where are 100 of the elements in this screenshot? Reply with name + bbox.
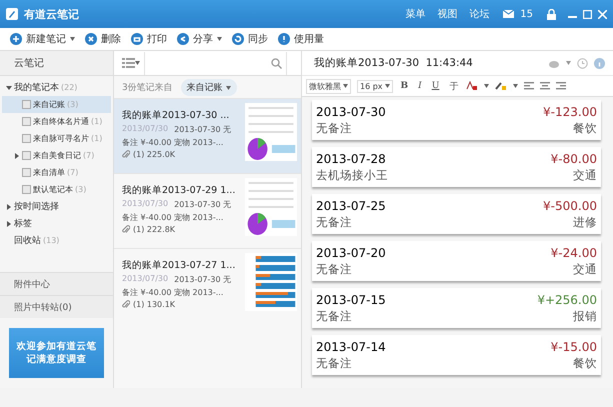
align-center-icon[interactable] [540,82,550,90]
sidebar-section[interactable]: 照片中转站(0) [0,295,113,318]
align-right-icon[interactable] [556,82,566,90]
entry-amount: ¥-500.00 [543,198,597,214]
note-thumbnail [245,178,297,236]
collapsed-arrow-icon[interactable] [14,152,20,158]
entry-date: 2013-07-14 [316,339,387,355]
entry-note: 无备注 [316,214,353,230]
note-snippet: 备注 ¥-40.00 宠物 2013-... [122,212,224,223]
search-icon[interactable] [271,58,282,68]
clock-icon[interactable] [577,58,588,68]
sidebar-label: 来自终体名片通 [33,116,89,127]
sidebar-item[interactable]: 来自清单 (7) [2,164,111,181]
note-snippet: 备注 ¥-40.00 宠物 2013-... [122,137,224,148]
align-left-icon[interactable] [524,82,534,90]
note-thumbnail [245,253,297,311]
list-view-icon[interactable] [122,58,135,68]
format-button[interactable]: 于 [447,80,460,92]
entry-category: 交通 [572,167,597,183]
note-date: 2013/07/30 [122,274,168,285]
menu-item[interactable]: 视图 [437,7,458,21]
caret-icon [217,37,222,41]
sidebar-section[interactable]: 附件中心 [0,272,113,295]
font-select[interactable]: 微软雅黑 [306,78,351,94]
entry-amount: ¥-123.00 [543,104,597,120]
mail-count: 15 [520,8,533,20]
note-date: 2013/07/30 [122,199,168,210]
sidebar-item[interactable]: 按时间选择 [2,198,111,215]
mail-icon[interactable] [503,10,514,18]
note-snippet: 2013-07-30 无 [174,124,232,135]
caret-icon [226,86,231,90]
format-button[interactable]: B [398,81,410,91]
entry-amount: ¥-80.00 [550,151,597,167]
maximize-icon[interactable] [583,10,592,18]
paperclip-icon [122,300,130,309]
sidebar-item[interactable]: 默认笔记本 (3) [2,181,111,198]
note-title: 我的账单2013-07-30 ... [122,109,230,122]
font-color-icon[interactable] [466,81,478,91]
sidebar-item[interactable]: 来自终体名片通 (1) [2,113,111,130]
sidebar-item[interactable]: 来自美食日记 (7) [2,147,111,164]
note-item[interactable]: 我的账单2013-07-30 ... 2013/07/30 2013-07-30 无 备注 ¥-40.00 宠物 2013-... (1) 225.0K [114,98,301,173]
sidebar-item[interactable]: 标签 [2,215,111,232]
entry-category: 报销 [572,308,597,324]
attachment-size: (1) 222.8K [133,225,176,234]
caret-icon [513,84,518,88]
sidebar-title: 云笔记 [0,51,113,76]
collapsed-arrow-icon[interactable] [6,204,12,210]
search-field[interactable] [144,52,287,74]
caret-icon [384,84,390,88]
info-icon [278,33,290,45]
format-button[interactable]: U [430,81,442,91]
collapsed-arrow-icon[interactable] [6,220,12,226]
entry-category: 餐饮 [572,120,597,136]
toolbar-button[interactable]: 删除 [85,32,121,46]
note-thumbnail [245,103,297,161]
sidebar-label: 我的笔记本 [14,82,59,94]
lock-icon[interactable] [547,8,556,20]
entry-date: 2013-07-20 [316,245,387,261]
highlight-icon[interactable] [495,81,508,91]
font-size-select[interactable]: 16 px [357,80,393,92]
close-icon [85,33,97,45]
menu-item[interactable]: 论坛 [469,7,490,21]
share-icon [177,33,189,45]
note-snippet: 2013-07-30 无 [174,199,232,210]
sidebar-item[interactable]: 回收站 (13) [2,232,111,249]
format-button[interactable]: I [416,81,424,91]
sidebar-label: 按时间选择 [14,200,59,213]
note-snippet: 2013-07-30 无 [174,274,232,285]
entry-amount: ¥-24.00 [550,245,597,261]
sidebar-item[interactable]: 来自记账 (3) [2,96,111,113]
item-count: (7) [83,151,94,160]
caret-icon [566,61,571,65]
app-logo-icon [6,8,18,20]
caret-icon [343,84,348,88]
toolbar-button[interactable]: 分享 [177,32,222,46]
caret-icon [135,61,140,65]
note-title: 我的账单2013-07-29 1... [122,184,236,197]
attachment-size: (1) 130.1K [133,300,176,309]
item-count: (1) [91,134,102,143]
note-heading: 我的账单2013-07-30 11:43:44 [314,56,474,70]
caret-icon [484,84,490,88]
sidebar-item[interactable]: 来自脉可寻名片 (1) [2,130,111,147]
paperclip-icon [122,150,130,159]
toolbar-button[interactable]: 同步 [232,32,268,46]
toolbar-button[interactable]: 新建笔记 [10,32,75,46]
entry-date: 2013-07-15 [316,292,387,308]
toolbar-button[interactable]: 使用量 [278,32,324,46]
entry-category: 餐饮 [572,355,597,371]
sidebar-item[interactable]: 我的笔记本 (22) [2,79,111,96]
close-icon[interactable] [598,10,607,18]
sidebar-label: 来自美食日记 [33,150,81,161]
note-snippet: 备注 ¥-40.00 宠物 2013-... [122,287,224,298]
notebook-filter[interactable]: 来自记账 [180,78,237,96]
sidebar-label: 来自清单 [33,167,65,178]
sidebar-label: 默认笔记本 [33,184,73,195]
toolbar-button[interactable]: 打印 [131,32,167,46]
item-count: (22) [61,83,78,92]
expanded-arrow-icon[interactable] [6,84,12,90]
menu-item[interactable]: 菜单 [405,7,426,21]
entry-note: 无备注 [316,120,353,136]
